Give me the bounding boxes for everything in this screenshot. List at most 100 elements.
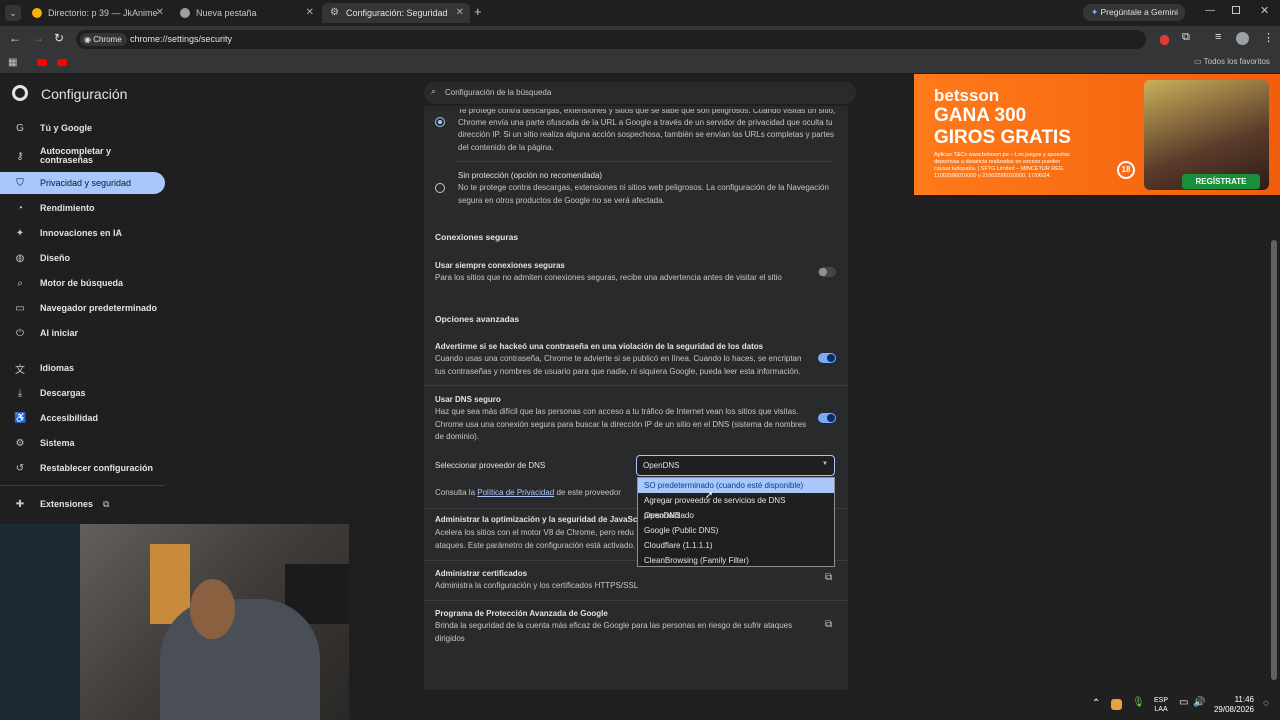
forward-icon[interactable]: → bbox=[32, 31, 44, 45]
tab-jkanime[interactable]: Directorio: p 39 — JkAnime ✕ bbox=[24, 3, 170, 23]
password-leak-toggle[interactable] bbox=[818, 353, 836, 363]
settings-search-box[interactable]: ⌕ Configuración de la búsqueda bbox=[424, 82, 856, 104]
betsson-ad-banner[interactable]: betsson GANA 300 GIROS GRATIS Aplican T&… bbox=[914, 74, 1280, 195]
sidebar-item-search-engine[interactable]: ⌕ Motor de búsqueda bbox=[0, 272, 165, 294]
standard-protection-radio[interactable] bbox=[435, 117, 445, 127]
all-bookmarks-folder[interactable]: ▭ Todos los favoritos bbox=[1194, 57, 1270, 66]
sidebar-item-privacy[interactable]: ⛉ Privacidad y seguridad bbox=[0, 172, 165, 194]
open-external-icon[interactable]: ⧉ bbox=[825, 619, 832, 630]
restore-icon[interactable] bbox=[1232, 6, 1240, 14]
reload-icon[interactable]: ↻ bbox=[54, 31, 64, 45]
ad-brand: betsson bbox=[934, 86, 1000, 105]
ad-fineprint: 11002586010000 y 21002586020000, 17/06/2… bbox=[934, 173, 1052, 179]
language-layout: LAA bbox=[1154, 706, 1168, 713]
gemini-button[interactable]: ✦ Pregúntale a Gemini bbox=[1083, 4, 1185, 21]
tab-settings-security[interactable]: ⚙ Configuración: Seguridad ✕ bbox=[322, 3, 470, 23]
mic-icon[interactable]: 🎙 bbox=[1132, 697, 1145, 708]
close-tab-icon[interactable]: ✕ bbox=[456, 7, 464, 18]
secure-dns-toggle[interactable] bbox=[818, 413, 836, 423]
apps-grid-icon[interactable]: ▦ bbox=[8, 57, 17, 68]
standard-protection-desc: Chrome envía una parte ofuscada de la UR… bbox=[458, 118, 833, 127]
webcam-person bbox=[160, 599, 320, 720]
media-control-icon[interactable]: ≡ bbox=[1215, 31, 1221, 43]
dns-option[interactable]: Agregar proveedor de servicios de DNS pe… bbox=[638, 493, 834, 520]
sidebar-item-appearance[interactable]: ◍ Diseño bbox=[0, 247, 165, 269]
back-icon[interactable]: ← bbox=[9, 31, 21, 45]
secure-dns-title: Usar DNS seguro bbox=[435, 395, 501, 404]
sidebar-item-on-startup[interactable]: ⏻ Al iniciar bbox=[0, 322, 165, 344]
reset-icon: ↺ bbox=[15, 462, 25, 474]
secure-dns-desc: de dominio). bbox=[435, 432, 480, 441]
sidebar-item-label: Idiomas bbox=[40, 363, 75, 373]
sidebar-item-label: Al iniciar bbox=[40, 328, 79, 338]
page-scrollbar[interactable] bbox=[1271, 240, 1277, 680]
sidebar-item-extensions[interactable]: ✚ Extensiones ⧉ bbox=[0, 493, 165, 515]
sidebar-item-languages[interactable]: 文 Idiomas bbox=[0, 357, 165, 379]
dns-option[interactable]: CleanBrowsing (Family Filter) bbox=[638, 553, 834, 568]
sidebar-item-autofill[interactable]: ⚷ Autocompletar y contraseñas bbox=[0, 145, 165, 167]
https-always-toggle[interactable] bbox=[818, 267, 836, 277]
sidebar-item-you-and-google[interactable]: G Tú y Google bbox=[0, 117, 165, 139]
sidebar-item-system[interactable]: ⚙ Sistema bbox=[0, 432, 165, 454]
ad-register-button[interactable]: REGÍSTRATE bbox=[1182, 174, 1260, 189]
secure-connections-heading: Conexiones seguras bbox=[435, 232, 519, 242]
close-tab-icon[interactable]: ✕ bbox=[306, 7, 314, 18]
windows-taskbar: ⌃ 🎙 ESP LAA ▭ 🔊 11:46 29/08/2026 ◌ bbox=[349, 690, 1280, 720]
dns-provider-selected: OpenDNS bbox=[643, 461, 680, 470]
ad-fineprint: deportivas a distancia realizados en exc… bbox=[934, 159, 1061, 165]
speedometer-icon: ◔ bbox=[16, 202, 24, 214]
url-text[interactable]: chrome://settings/security bbox=[130, 34, 232, 44]
app-tray-icon[interactable] bbox=[1111, 699, 1122, 710]
no-protection-radio[interactable] bbox=[435, 183, 445, 193]
youtube-bookmark-icon[interactable] bbox=[37, 59, 47, 66]
close-tab-icon[interactable]: ✕ bbox=[156, 7, 164, 18]
sidebar-item-label: Accesibilidad bbox=[40, 413, 99, 423]
minimize-icon[interactable]: — bbox=[1205, 5, 1215, 16]
bookmarks-bar: ▦ ▭ Todos los favoritos bbox=[0, 53, 1280, 73]
dns-option[interactable]: Cloudflare (1.1.1.1) bbox=[638, 538, 834, 553]
sidebar-item-performance[interactable]: ◔ Rendimiento bbox=[0, 197, 165, 219]
tab-search-button[interactable]: ⌄ bbox=[5, 5, 21, 21]
youtube-bookmark-icon[interactable] bbox=[57, 59, 67, 66]
dns-provider-select[interactable]: OpenDNS ▼ bbox=[636, 455, 835, 476]
sidebar-item-downloads[interactable]: ⤓ Descargas bbox=[0, 382, 165, 404]
language-code: ESP bbox=[1154, 697, 1169, 704]
sidebar-item-reset[interactable]: ↺ Restablecer configuración bbox=[0, 457, 165, 479]
tab-strip: ⌄ Directorio: p 39 — JkAnime ✕ Nueva pes… bbox=[0, 0, 1280, 26]
advanced-protection-desc: dirigidos bbox=[435, 634, 465, 643]
javascript-optimization-desc: Acelera los sitios con el motor V8 de Ch… bbox=[435, 528, 634, 537]
language-indicator[interactable]: ESP LAA bbox=[1154, 696, 1168, 714]
settings-sidebar: G Tú y Google ⚷ Autocompletar y contraseña… bbox=[0, 75, 180, 525]
sidebar-item-default-browser[interactable]: ▭ Navegador predeterminado bbox=[0, 297, 165, 319]
sidebar-item-label: Navegador predeterminado bbox=[40, 303, 158, 313]
privacy-policy-link[interactable]: Política de Privacidad bbox=[477, 488, 554, 497]
dns-option[interactable]: OpenDNS bbox=[638, 508, 834, 523]
dns-option[interactable]: SO predeterminado (cuando esté disponibl… bbox=[638, 478, 834, 493]
volume-icon[interactable]: 🔊 bbox=[1193, 697, 1205, 708]
profile-avatar[interactable] bbox=[1236, 32, 1249, 45]
clock[interactable]: 11:46 29/08/2026 bbox=[1212, 695, 1254, 715]
tab-new-tab[interactable]: Nueva pestaña ✕ bbox=[172, 3, 320, 23]
extensions-puzzle-icon[interactable]: ⧉ bbox=[1182, 31, 1190, 44]
advanced-options-heading: Opciones avanzadas bbox=[435, 314, 520, 324]
network-icon[interactable]: ▭ bbox=[1179, 697, 1188, 708]
dns-option[interactable]: Google (Public DNS) bbox=[638, 523, 834, 538]
webcam-door bbox=[0, 524, 80, 720]
policy-suffix: de este proveedor bbox=[556, 488, 621, 497]
search-icon: ⌕ bbox=[17, 277, 23, 289]
menu-kebab-icon[interactable]: ⋮ bbox=[1263, 31, 1274, 44]
extension-red-icon[interactable] bbox=[1160, 35, 1169, 45]
sidebar-item-ai[interactable]: ✦ Innovaciones en IA bbox=[0, 222, 165, 244]
address-bar[interactable]: ◉ Chrome chrome://settings/security bbox=[76, 30, 1146, 49]
wrench-icon: ⚙ bbox=[15, 437, 25, 449]
shield-icon: ⛉ bbox=[16, 177, 24, 189]
https-always-desc: Para los sitios que no admiten conexione… bbox=[435, 273, 782, 282]
secure-dns-desc: Haz que sea más difícil que las personas… bbox=[435, 407, 799, 416]
chevron-up-icon[interactable]: ⌃ bbox=[1092, 698, 1100, 709]
close-window-icon[interactable]: ✕ bbox=[1260, 4, 1269, 17]
sidebar-item-accessibility[interactable]: ♿ Accesibilidad bbox=[0, 407, 165, 429]
open-external-icon[interactable]: ⧉ bbox=[825, 572, 832, 583]
jkanime-favicon-icon bbox=[32, 8, 42, 18]
notification-icon[interactable]: ◌ bbox=[1263, 698, 1269, 709]
new-tab-icon[interactable]: + bbox=[474, 4, 482, 19]
